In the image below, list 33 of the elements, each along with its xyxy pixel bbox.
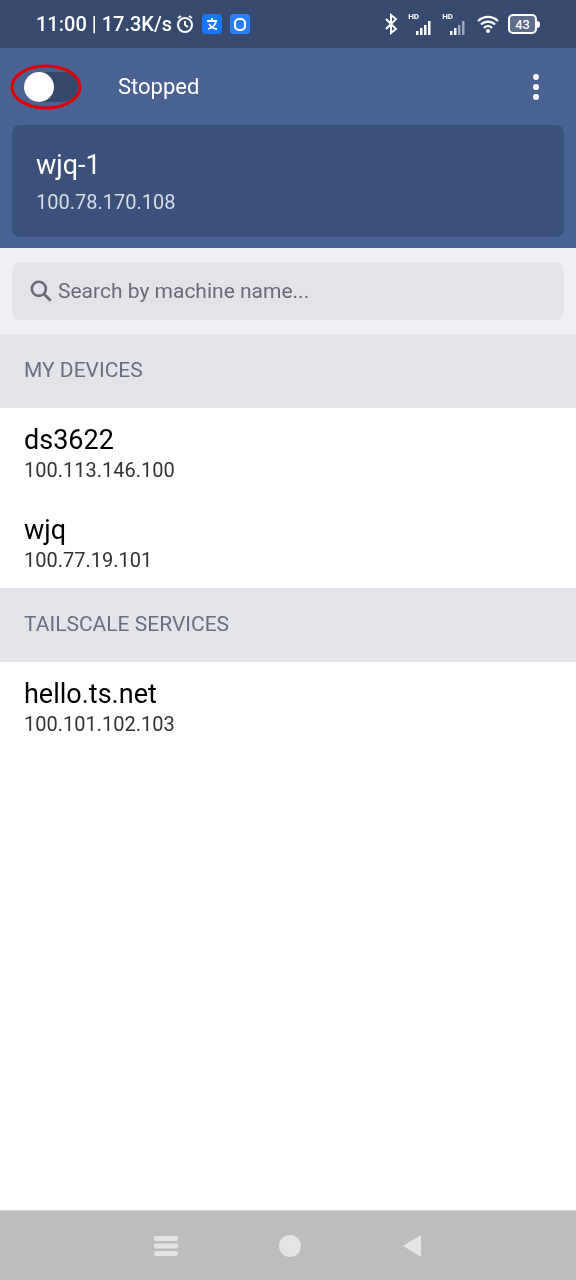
alarm-icon	[175, 14, 196, 34]
bluetooth-icon	[384, 13, 399, 35]
device-name: wjq	[24, 513, 68, 547]
status-time: 11:00 | 17.3K/s	[36, 11, 173, 38]
vpn-toggle[interactable]	[24, 71, 78, 102]
app-icon	[230, 14, 251, 34]
device-name: ds3622	[24, 423, 115, 457]
hd-label: HD	[442, 13, 454, 21]
section-header: TAILSCALE SERVICES	[0, 588, 576, 662]
device-ip: 100.77.19.101	[24, 547, 154, 573]
device-row[interactable]: wjq 100.77.19.101	[0, 498, 576, 588]
section-header: MY DEVICES	[0, 334, 576, 408]
wifi-icon	[476, 14, 501, 34]
battery-indicator: 43	[508, 14, 540, 34]
more-menu-icon[interactable]	[532, 73, 540, 100]
device-row[interactable]: hello.ts.net 100.101.102.103	[0, 662, 576, 752]
hd-label: HD	[408, 13, 420, 21]
device-ip: 100.78.170.108	[36, 189, 177, 216]
signal-icon	[450, 21, 467, 35]
device-row[interactable]: ds3622 100.113.146.100	[0, 408, 576, 498]
app-icon	[202, 14, 223, 34]
device-name: hello.ts.net	[24, 677, 158, 711]
back-icon[interactable]	[402, 1233, 422, 1258]
device-ip: 100.101.102.103	[24, 711, 176, 737]
device-ip: 100.113.146.100	[24, 457, 176, 483]
home-icon[interactable]	[278, 1233, 302, 1258]
device-name: wjq-1	[36, 149, 102, 181]
signal-icon	[416, 21, 433, 35]
status-label: Stopped	[118, 73, 200, 101]
menu-icon[interactable]	[154, 1233, 178, 1258]
search-field[interactable]: Search by machine name...	[12, 262, 564, 320]
search-icon	[28, 278, 54, 304]
annotation-circle	[10, 63, 82, 110]
